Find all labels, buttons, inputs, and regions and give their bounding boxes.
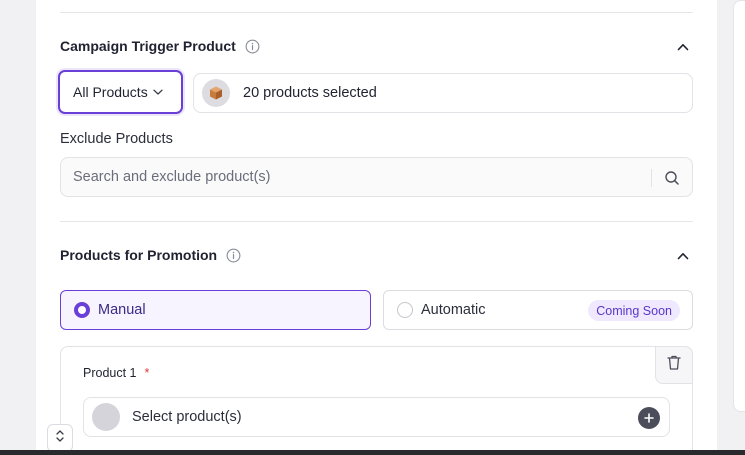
manual-label: Manual (98, 302, 146, 318)
automatic-label: Automatic (421, 302, 486, 318)
exclude-products-input[interactable] (73, 169, 633, 185)
select-products-placeholder: Select product(s) (132, 409, 242, 425)
automatic-radio[interactable] (397, 302, 413, 318)
chevron-up-down-icon (55, 429, 65, 448)
required-marker: * (144, 366, 150, 380)
product-placeholder-avatar (92, 403, 120, 431)
manual-option[interactable]: Manual (60, 290, 371, 330)
campaign-trigger-title: Campaign Trigger Product (60, 38, 236, 54)
product-1-label: Product 1 * (83, 366, 149, 380)
package-icon (202, 79, 230, 107)
manual-radio[interactable] (74, 302, 90, 318)
campaign-settings-card: Campaign Trigger Product All Products 20… (36, 0, 717, 455)
selected-products-summary[interactable]: 20 products selected (193, 73, 693, 113)
exclude-products-label: Exclude Products (60, 131, 173, 147)
selected-products-text: 20 products selected (243, 85, 377, 101)
promotion-title: Products for Promotion (60, 247, 218, 263)
product-1-card: Product 1 * Select product(s) (60, 346, 693, 455)
scroll-toggle-button[interactable] (47, 424, 73, 452)
chevron-down-icon (152, 86, 164, 98)
section-divider (60, 221, 693, 222)
add-product-plus-icon[interactable] (638, 407, 660, 429)
product-scope-dropdown[interactable]: All Products (58, 70, 183, 114)
promotion-section-title: Products for Promotion (60, 247, 241, 263)
collapse-trigger-section-chevron-up-icon[interactable] (675, 39, 691, 55)
search-divider (651, 169, 652, 187)
info-icon[interactable] (245, 39, 260, 54)
bottom-edge-bar (0, 450, 745, 455)
side-panel (733, 0, 745, 412)
exclude-products-search (60, 157, 693, 197)
search-icon[interactable] (664, 170, 680, 186)
campaign-trigger-section-title: Campaign Trigger Product (60, 38, 260, 54)
top-divider (60, 12, 693, 13)
select-products-field[interactable]: Select product(s) (83, 397, 670, 437)
coming-soon-badge: Coming Soon (588, 300, 680, 321)
info-icon[interactable] (226, 248, 241, 263)
delete-product-button[interactable] (655, 346, 693, 384)
product-scope-value: All Products (73, 84, 148, 100)
collapse-promotion-section-chevron-up-icon[interactable] (675, 248, 691, 264)
product-1-title: Product 1 (83, 366, 137, 380)
automatic-option[interactable]: Automatic Coming Soon (383, 290, 693, 330)
trash-icon (666, 354, 682, 376)
